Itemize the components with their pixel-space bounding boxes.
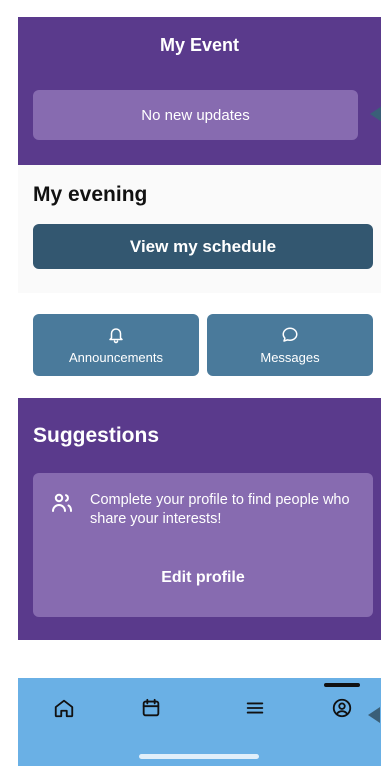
people-icon — [52, 493, 72, 512]
nav-home[interactable] — [44, 692, 84, 724]
pointer-arrow-nav — [368, 707, 380, 723]
suggestions-section: Suggestions Complete your profile to fin… — [18, 398, 381, 640]
nav-profile[interactable] — [322, 692, 362, 724]
chat-bubble-icon — [282, 327, 298, 342]
announcements-label: Announcements — [69, 349, 163, 365]
nav-calendar[interactable] — [131, 692, 171, 724]
menu-icon — [246, 702, 264, 714]
calendar-icon — [142, 698, 160, 717]
suggestion-text: Complete your profile to find people who… — [90, 492, 350, 527]
bottom-nav — [18, 678, 381, 766]
header-section: My Event No new updates — [18, 17, 381, 165]
view-schedule-button[interactable]: View my schedule — [33, 224, 373, 269]
pointer-arrow — [370, 106, 381, 122]
evening-section: My evening View my schedule — [18, 165, 381, 293]
quick-actions: Announcements Messages — [18, 299, 381, 398]
profile-icon — [332, 698, 352, 718]
section-title-suggestions: Suggestions — [33, 424, 160, 447]
nav-menu[interactable] — [235, 692, 275, 724]
home-indicator — [139, 754, 259, 759]
updates-card[interactable]: No new updates — [33, 90, 358, 140]
messages-label: Messages — [260, 349, 320, 365]
page-title: My Event — [159, 35, 240, 55]
app-screen: My Event No new updates My evening View … — [18, 17, 381, 766]
suggestion-card: Complete your profile to find people who… — [33, 473, 373, 617]
active-tab-indicator — [324, 683, 360, 687]
announcements-button[interactable]: Announcements — [33, 314, 199, 376]
bell-icon — [109, 327, 123, 343]
messages-button[interactable]: Messages — [207, 314, 373, 376]
section-title-evening: My evening — [33, 183, 148, 206]
home-icon — [54, 699, 74, 718]
edit-profile-button[interactable]: Edit profile — [33, 569, 373, 587]
